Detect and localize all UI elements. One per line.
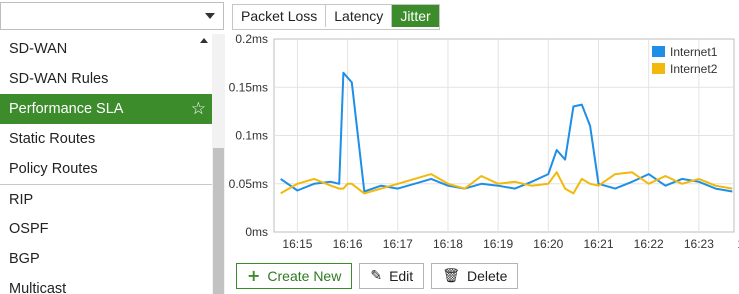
sidebar-item-performance-sla[interactable]: Performance SLA ☆ xyxy=(0,94,212,124)
chevron-down-icon[interactable] xyxy=(205,13,215,19)
sidebar-item-policy-routes[interactable]: Policy Routes xyxy=(0,154,212,184)
jitter-chart: 0ms 0.05ms 0.1ms 0.15ms 0.2ms 16:15 16:16 16:17… xyxy=(228,30,739,260)
create-new-label: Create New xyxy=(267,268,342,284)
x-tick-label: 16:17 xyxy=(383,237,413,251)
pencil-icon: ✎ xyxy=(370,268,383,284)
sidebar-item-label: SD-WAN Rules xyxy=(9,71,109,87)
edit-label: Edit xyxy=(389,268,414,284)
y-tick-label: 0ms xyxy=(245,225,268,239)
sidebar-item-label: Multicast xyxy=(9,281,67,294)
tab-latency[interactable]: Latency xyxy=(326,5,393,27)
y-tick-label: 0.05ms xyxy=(229,177,268,191)
chart-svg: 0ms 0.05ms 0.1ms 0.15ms 0.2ms 16:15 16:16 16:17… xyxy=(229,32,739,251)
x-tick-label: 16:18 xyxy=(433,237,463,251)
nav-menu: SD-WAN SD-WAN Rules Performance SLA ☆ St… xyxy=(0,34,212,294)
sidebar-item-label: SD-WAN xyxy=(9,41,68,57)
sidebar-item-label: Performance SLA xyxy=(9,101,124,117)
collapse-up-icon[interactable] xyxy=(200,38,208,43)
sidebar-item-label: Static Routes xyxy=(9,131,96,147)
sidebar-item-bgp[interactable]: BGP xyxy=(0,244,212,274)
vdom-dropdown[interactable] xyxy=(0,2,224,30)
x-tick-label: 16:21 xyxy=(583,237,613,251)
sidebar-item-label: Policy Routes xyxy=(9,161,98,177)
create-new-button[interactable]: + Create New xyxy=(236,263,353,289)
sidebar-item-ospf[interactable]: OSPF xyxy=(0,214,212,244)
sidebar-item-label: OSPF xyxy=(9,221,49,237)
x-tick-label: 16:22 xyxy=(634,237,664,251)
scrollbar-thumb[interactable] xyxy=(213,148,224,294)
y-tick-label: 0.1ms xyxy=(235,129,268,143)
sidebar-item-sd-wan-rules[interactable]: SD-WAN Rules xyxy=(0,64,212,94)
star-icon[interactable]: ☆ xyxy=(191,94,206,124)
plus-icon: + xyxy=(247,266,261,285)
legend-label-internet2: Internet2 xyxy=(670,62,718,76)
y-tick-label: 0.2ms xyxy=(235,32,268,46)
metric-tabs: Packet Loss Latency Jitter xyxy=(232,4,440,30)
delete-label: Delete xyxy=(466,268,508,284)
delete-button[interactable]: 🗑 Delete xyxy=(431,263,519,289)
x-tick-label: 16:20 xyxy=(533,237,563,251)
sidebar: SD-WAN SD-WAN Rules Performance SLA ☆ St… xyxy=(0,0,228,294)
sidebar-item-label: RIP xyxy=(9,192,34,208)
legend-swatch-internet2 xyxy=(652,63,665,74)
sidebar-item-static-routes[interactable]: Static Routes xyxy=(0,124,212,154)
tab-jitter[interactable]: Jitter xyxy=(392,5,439,27)
tab-packet-loss[interactable]: Packet Loss xyxy=(233,5,327,27)
x-tick-label: 16:19 xyxy=(483,237,513,251)
edit-button[interactable]: ✎ Edit xyxy=(359,263,425,289)
legend-swatch-internet1 xyxy=(652,46,665,57)
toolbar: + Create New ✎ Edit 🗑 Delete xyxy=(236,263,519,289)
x-tick-label: 16:23 xyxy=(684,237,714,251)
sidebar-item-label: BGP xyxy=(9,251,40,267)
sidebar-item-rip[interactable]: RIP xyxy=(0,184,212,214)
legend-label-internet1: Internet1 xyxy=(670,45,718,59)
x-tick-label: 16:16 xyxy=(333,237,363,251)
sidebar-scrollbar[interactable] xyxy=(212,34,225,294)
trash-icon: 🗑 xyxy=(442,268,460,284)
y-tick-label: 0.15ms xyxy=(229,80,268,94)
sidebar-item-multicast[interactable]: Multicast xyxy=(0,274,212,294)
x-tick-label: 16:15 xyxy=(282,237,312,251)
sidebar-item-sd-wan[interactable]: SD-WAN xyxy=(0,34,212,64)
